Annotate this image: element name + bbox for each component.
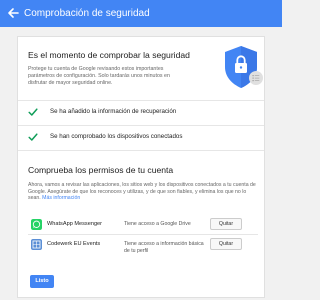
check-label: Se han comprobado los dispositivos conec…	[50, 133, 183, 140]
check-row-recovery-info[interactable]: Se ha añadido la información de recupera…	[28, 103, 258, 123]
permissions-description: Ahora, vamos a revisar las aplicaciones,…	[28, 182, 260, 202]
more-info-link[interactable]: Más información	[42, 195, 80, 201]
intro-heading: Es el momento de comprobar la seguridad	[28, 50, 190, 60]
divider	[28, 234, 258, 235]
intro-text: Protege tu cuenta de Google revisando es…	[28, 66, 170, 86]
checkmark-icon	[28, 108, 38, 116]
check-label: Se ha añadido la información de recupera…	[50, 108, 177, 115]
check-row-connected-devices[interactable]: Se han comprobado los dispositivos conec…	[28, 128, 258, 148]
app-name: WhatsApp Messenger	[47, 221, 103, 227]
remove-button[interactable]: Quitar	[210, 238, 242, 250]
shield-lock-icon	[225, 46, 263, 88]
app-row-codewerk: Codewerk EU Events Tiene acceso a inform…	[28, 237, 260, 255]
checkmark-icon	[28, 133, 38, 141]
security-checkup-card: Es el momento de comprobar la seguridad …	[17, 36, 265, 298]
done-button[interactable]: Listo	[30, 275, 54, 288]
permissions-heading: Comprueba los permisos de tu cuenta	[28, 165, 174, 175]
divider	[18, 125, 264, 126]
app-bar-title: Comprobación de seguridad	[24, 8, 150, 19]
app-access: Tiene acceso a Google Drive	[124, 221, 191, 227]
back-arrow-icon[interactable]	[6, 6, 20, 20]
divider	[18, 100, 264, 101]
app-row-whatsapp: WhatsApp Messenger Tiene acceso a Google…	[28, 217, 260, 235]
app-bar: Comprobación de seguridad	[0, 0, 282, 27]
app-name: Codewerk EU Events	[47, 241, 101, 247]
divider	[18, 150, 264, 151]
app-access: Tiene acceso a información básica de tu …	[124, 241, 204, 254]
codewerk-icon	[31, 239, 42, 250]
whatsapp-icon	[31, 219, 42, 230]
remove-button[interactable]: Quitar	[210, 218, 242, 230]
